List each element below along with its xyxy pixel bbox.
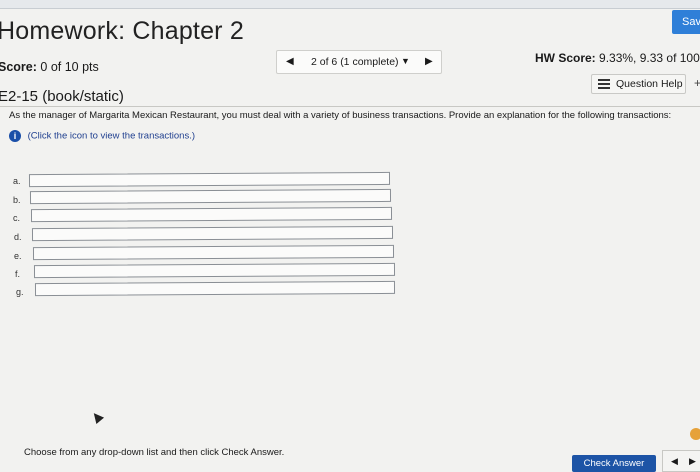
footer-instruction: Choose from any drop-down list and then … — [24, 447, 285, 458]
answer-label: f. — [15, 269, 21, 279]
score-value: 0 of 10 pts — [40, 60, 99, 74]
info-circle-icon[interactable]: i — [9, 130, 21, 142]
score-label: Score: — [0, 60, 37, 74]
answer-b-dropdown[interactable] — [29, 188, 392, 205]
plus-icon[interactable]: + — [694, 76, 700, 90]
nav-arrows[interactable]: ◀ ▶ — [662, 450, 700, 472]
answer-label: e. — [14, 251, 22, 261]
instruction-text: As the manager of Margarita Mexican Rest… — [9, 110, 672, 121]
hw-score-value: 9.33%, 9.33 of 100 p — [599, 51, 700, 65]
caret-down-icon[interactable]: ▼ — [401, 56, 410, 66]
question-help-button[interactable]: Question Help — [591, 74, 686, 94]
help-badge-icon[interactable] — [690, 428, 700, 440]
triangle-right-icon[interactable]: ▶ — [689, 456, 696, 467]
answer-a-dropdown[interactable] — [28, 171, 391, 188]
save-button[interactable]: Sav — [672, 10, 700, 34]
hw-score-label: HW Score: — [535, 51, 596, 65]
problem-id: E2-15 (book/static) — [0, 88, 124, 105]
answer-label: b. — [13, 195, 21, 205]
answer-g-dropdown[interactable] — [34, 280, 396, 297]
list-icon — [598, 79, 610, 89]
answer-c-dropdown[interactable] — [30, 206, 393, 223]
mouse-cursor-icon — [89, 409, 105, 425]
answer-d-dropdown[interactable] — [31, 225, 394, 242]
info-link-text[interactable]: (Click the icon to view the transactions… — [28, 131, 195, 142]
next-question-icon[interactable]: ▶ — [425, 56, 433, 67]
pager-label[interactable]: 2 of 6 (1 complete) — [311, 56, 399, 68]
info-link[interactable]: i (Click the icon to view the transactio… — [9, 130, 195, 142]
page-title: Homework: Chapter 2 — [0, 17, 244, 45]
prev-question-icon[interactable]: ◀ — [286, 56, 294, 67]
answer-label: g. — [16, 287, 24, 297]
question-help-label: Question Help — [616, 78, 683, 90]
hw-score: HW Score: 9.33%, 9.33 of 100 p — [535, 51, 700, 65]
top-bar — [0, 0, 700, 9]
answer-f-dropdown[interactable] — [33, 262, 396, 279]
answer-label: d. — [14, 232, 22, 242]
answer-label: a. — [13, 176, 21, 186]
question-pager[interactable]: ◀ 2 of 6 (1 complete) ▼ ▶ — [276, 50, 442, 74]
answer-e-dropdown[interactable] — [32, 244, 395, 261]
answer-label: c. — [13, 213, 21, 223]
check-answer-button[interactable]: Check Answer — [572, 455, 656, 472]
triangle-left-icon[interactable]: ◀ — [671, 456, 678, 467]
divider — [0, 106, 700, 107]
score-text: Score: 0 of 10 pts — [0, 60, 99, 74]
